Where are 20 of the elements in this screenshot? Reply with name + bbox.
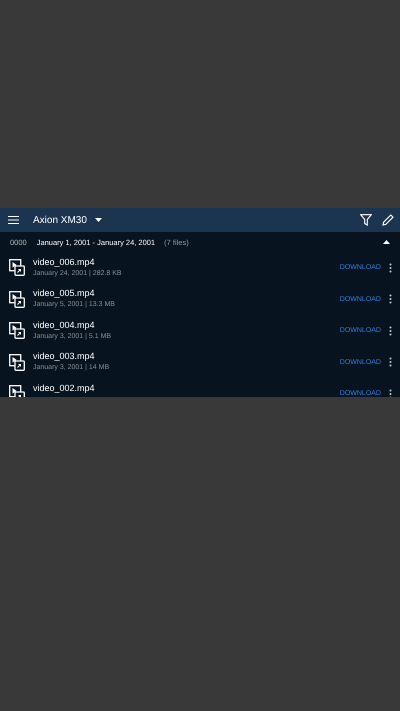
video-file-icon xyxy=(9,259,25,276)
file-name: video_005.mp4 xyxy=(33,288,96,298)
more-options-icon[interactable] xyxy=(389,294,392,304)
more-options-icon[interactable] xyxy=(389,326,392,336)
filter-icon[interactable] xyxy=(360,214,372,226)
video-file-icon xyxy=(9,290,25,308)
collapse-icon[interactable] xyxy=(383,240,390,244)
file-name: video_006.mp4 xyxy=(33,256,96,267)
more-options-icon[interactable] xyxy=(389,388,392,397)
dropdown-button[interactable] xyxy=(94,218,102,222)
video-file-icon xyxy=(9,322,25,340)
device-title[interactable]: Axion XM30 xyxy=(33,214,87,226)
more-options-icon[interactable] xyxy=(389,357,392,368)
edit-icon[interactable] xyxy=(382,214,394,226)
video-file-icon xyxy=(9,354,25,371)
file-name: video_003.mp4 xyxy=(33,351,96,362)
file-name: video_004.mp4 xyxy=(33,320,96,330)
more-options-icon[interactable] xyxy=(389,262,392,273)
menu-icon[interactable] xyxy=(8,216,19,224)
file-name: video_002.mp4 xyxy=(33,382,96,393)
